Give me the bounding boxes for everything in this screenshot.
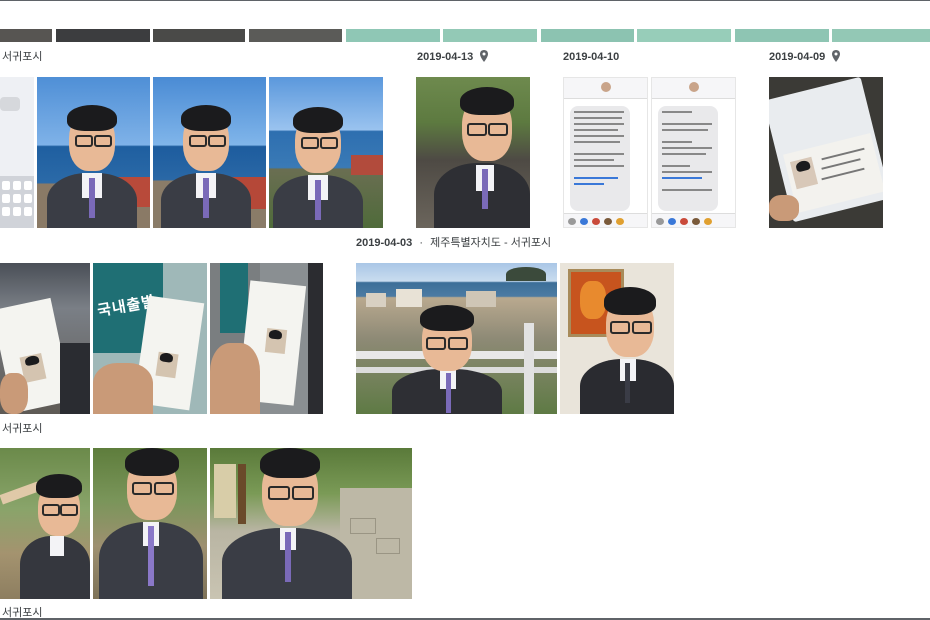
location-text: 서귀포시 [2, 51, 43, 63]
group-date-label: 2019-04-09 [769, 50, 841, 64]
group-date-label: 2019-04-10 [563, 50, 619, 64]
photo-thumbnail-garden-path-selfie[interactable] [210, 448, 412, 599]
photo-thumbnail-seaside-selfie[interactable] [269, 77, 383, 228]
photo-thumbnail-keyboard-screenshot[interactable] [0, 77, 34, 228]
photo-thumbnail-boarding-pass[interactable]: 국내출발 [93, 263, 207, 414]
photo-thumbnail-garden-selfie[interactable] [0, 448, 90, 599]
photo-thumbnail-harbor-view-selfie[interactable] [356, 263, 557, 414]
person-figure [99, 448, 203, 599]
person-figure [222, 448, 352, 599]
top-divider [0, 0, 930, 1]
person-figure [161, 103, 251, 228]
map-pin-icon[interactable] [831, 50, 841, 62]
group-date-location-label: 2019-04-03 · 제주특별자치도 - 서귀포시 [356, 236, 551, 250]
photo-thumbnail-boarding-pass[interactable] [210, 263, 323, 414]
location-text: 제주특별자치도 - 서귀포시 [430, 237, 552, 249]
date-text: 2019-04-13 [417, 51, 474, 63]
photo-thumbnail-sms-screenshot[interactable] [651, 77, 736, 228]
photo-thumbnail-painting-selfie[interactable] [560, 263, 674, 414]
group-date-label: 2019-04-13 [417, 50, 489, 64]
photo-thumbnail-sms-screenshot[interactable] [563, 77, 648, 228]
person-figure [47, 103, 137, 228]
photo-thumbnail-seaside-selfie[interactable] [37, 77, 150, 228]
group-location-label: 서귀포시 [2, 50, 42, 64]
date-text: 2019-04-03 [356, 237, 413, 249]
person-figure [580, 281, 674, 414]
photo-thumbnail-passport[interactable] [769, 77, 883, 228]
group-location-label: 서귀포시 [2, 422, 42, 436]
photo-thumbnail-garden-selfie[interactable] [93, 448, 207, 599]
date-text: 2019-04-10 [563, 51, 620, 63]
person-figure [434, 83, 530, 228]
separator-text: · [419, 237, 424, 249]
location-text: 서귀포시 [2, 423, 43, 435]
photo-strip-top[interactable] [0, 29, 930, 42]
photo-thumbnail-seaside-selfie[interactable] [153, 77, 266, 228]
photo-thumbnail-rocky-coast-selfie[interactable] [416, 77, 530, 228]
date-text: 2019-04-09 [769, 51, 826, 63]
photo-thumbnail-boarding-pass[interactable] [0, 263, 90, 414]
map-pin-icon[interactable] [479, 50, 489, 62]
person-figure [392, 305, 502, 414]
person-figure [273, 105, 363, 228]
person-figure [20, 468, 90, 599]
